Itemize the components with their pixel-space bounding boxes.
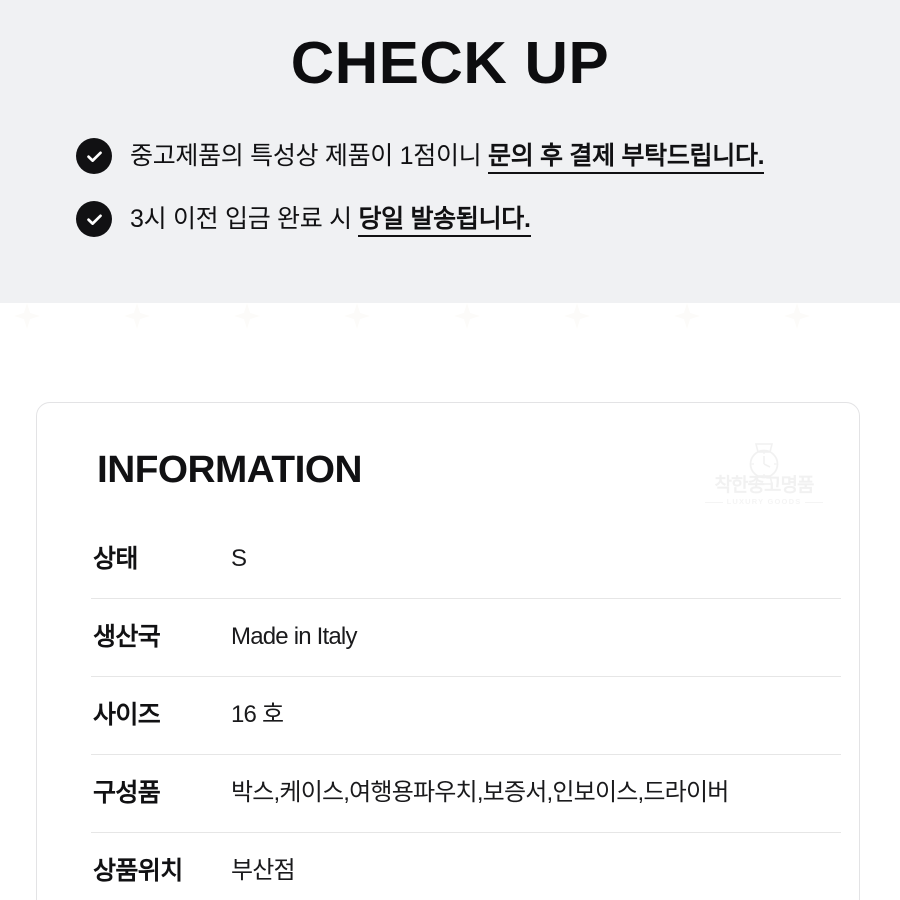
list-item: 중고제품의 특성상 제품이 1점이니 문의 후 결제 부탁드립니다. xyxy=(0,130,900,182)
page-title: CHECK UP xyxy=(290,30,610,96)
brand-watermark: 착한중고명품 LUXURY GOODS xyxy=(699,441,829,513)
checkup-item-plain: 중고제품의 특성상 제품이 1점이니 xyxy=(130,142,488,170)
table-row-label: 사이즈 xyxy=(93,701,161,729)
information-heading: INFORMATION xyxy=(97,449,362,491)
information-table: 상태 S 생산국 Made in Italy 사이즈 16 호 구성품 박스,케… xyxy=(37,520,861,900)
information-card: INFORMATION 착한중고명품 LUXURY GOODS 상태 S 생산국… xyxy=(36,402,860,900)
table-row-value: 부산점 xyxy=(231,857,296,884)
table-row: 구성품 박스,케이스,여행용파우치,보증서,인보이스,드라이버 xyxy=(37,754,861,832)
wristwatch-icon xyxy=(737,441,791,492)
table-row: 생산국 Made in Italy xyxy=(37,598,861,676)
table-row: 상품위치 부산점 xyxy=(37,832,861,900)
table-row-label: 구성품 xyxy=(93,779,161,807)
checkup-item-plain: 3시 이전 입금 완료 시 xyxy=(130,205,359,233)
checkup-item-emphasis: 당일 발송됩니다. xyxy=(358,205,531,237)
background-watermark-pattern xyxy=(0,303,900,363)
checkup-section: CHECK UP 중고제품의 특성상 제품이 1점이니 문의 후 결제 부탁드립… xyxy=(0,0,900,303)
checkup-item-text: 3시 이전 입금 완료 시 당일 발송됩니다. xyxy=(130,201,531,237)
check-circle-icon xyxy=(76,138,112,174)
table-row: 사이즈 16 호 xyxy=(37,676,861,754)
table-row-value: Made in Italy xyxy=(231,623,357,650)
table-row-value: S xyxy=(231,545,247,572)
table-row-value: 박스,케이스,여행용파우치,보증서,인보이스,드라이버 xyxy=(231,779,729,806)
watermark-english-text: LUXURY GOODS xyxy=(699,497,829,507)
table-row-label: 상품위치 xyxy=(93,857,183,885)
checkup-item-emphasis: 문의 후 결제 부탁드립니다. xyxy=(488,142,765,174)
check-circle-icon xyxy=(76,201,112,237)
checkup-item-text: 중고제품의 특성상 제품이 1점이니 문의 후 결제 부탁드립니다. xyxy=(130,138,765,174)
table-row-value: 16 호 xyxy=(231,701,284,728)
watermark-korean-text: 착한중고명품 xyxy=(714,475,815,496)
table-row-label: 생산국 xyxy=(93,623,161,651)
checkup-list: 중고제품의 특성상 제품이 1점이니 문의 후 결제 부탁드립니다. 3시 이전… xyxy=(0,130,900,256)
table-row-label: 상태 xyxy=(93,545,138,573)
product-detail-page: CHECK UP 중고제품의 특성상 제품이 1점이니 문의 후 결제 부탁드립… xyxy=(0,0,900,900)
list-item: 3시 이전 입금 완료 시 당일 발송됩니다. xyxy=(0,193,900,245)
table-row: 상태 S xyxy=(37,520,861,598)
